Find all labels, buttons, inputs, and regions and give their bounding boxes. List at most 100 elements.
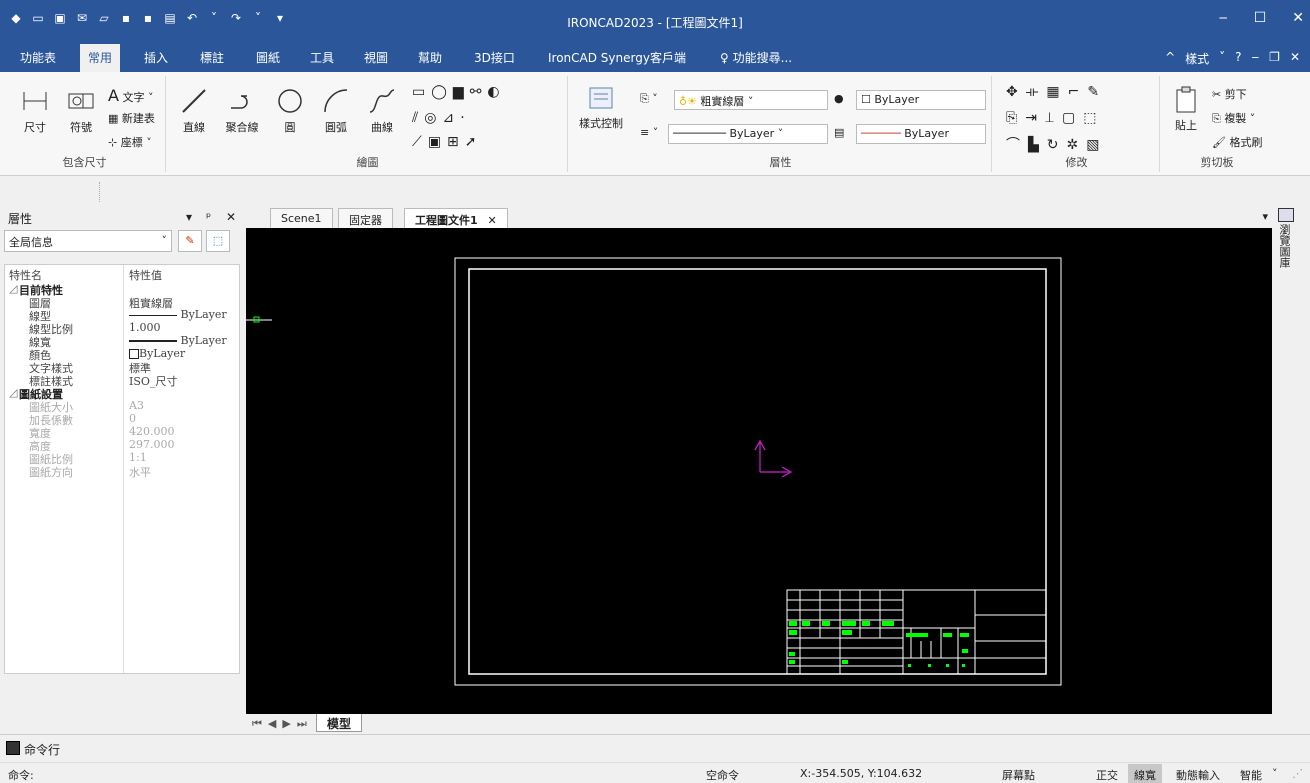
rotate-icon: ↻ — [1046, 137, 1067, 153]
property-row: 寬度 420.000 — [5, 425, 241, 440]
maximize-button[interactable]: ☐ — [1254, 10, 1267, 26]
panel-close-icon[interactable]: ✕ — [226, 210, 236, 224]
text-button[interactable]: A 文字 ˅ — [108, 86, 153, 105]
new-table-button[interactable]: ▦ 新建表 — [108, 110, 155, 126]
tabs-dropdown-icon[interactable]: ▾ — [1262, 210, 1268, 223]
property-row[interactable]: 標註樣式 ISO_尺寸 — [5, 373, 241, 388]
property-row[interactable]: 圖層 粗實線層 — [5, 295, 241, 310]
layer-combo[interactable]: ♁☀ 粗實線層 ˅ — [674, 90, 828, 110]
drawing-canvas[interactable] — [246, 228, 1272, 714]
scope-combo[interactable]: 全局信息 ˅ — [4, 230, 172, 252]
drawing-sheet — [246, 257, 1062, 686]
property-row[interactable]: 顏色 ByLayer — [5, 347, 241, 362]
snap-toggle[interactable]: 屏幕點 — [1002, 767, 1035, 783]
polyline-button[interactable]: 聚合線 — [220, 86, 264, 135]
draw-shapes-row2[interactable]: ⫽◎⊿· — [412, 110, 471, 126]
tab-sheet[interactable]: 圖紙 — [248, 44, 288, 72]
line-button[interactable]: 直線 — [176, 86, 212, 135]
modify-row3[interactable]: ⌒▙↻✲▧ — [1006, 134, 1107, 154]
cut-button[interactable]: ✂ 剪下 — [1212, 86, 1247, 102]
tab-help[interactable]: 幫助 — [410, 44, 450, 72]
tab-model[interactable]: 模型 — [316, 714, 363, 732]
close-button[interactable]: ✕ — [1292, 10, 1304, 26]
feature-search[interactable]: ♀ 功能搜尋... — [712, 44, 800, 72]
browse-library-tab[interactable]: 瀏覽圖庫 — [1278, 224, 1292, 268]
property-name: 圖紙方向 — [29, 466, 73, 479]
arc-button[interactable]: 圓弧 — [316, 86, 356, 135]
tab-annotate[interactable]: 標註 — [192, 44, 232, 72]
style-menu[interactable]: 樣式 — [1185, 50, 1209, 67]
table-icon: ▦ — [108, 112, 119, 125]
doc-close-icon[interactable]: ✕ — [1290, 50, 1300, 67]
modify-row2[interactable]: ⎘⇥⟂▢⬚ — [1006, 110, 1104, 126]
color-wheel-icon[interactable]: ● — [834, 92, 844, 105]
lineweight-icon[interactable]: ≡ ˅ — [640, 126, 658, 139]
property-section[interactable]: ◿ 圖紙設置 — [5, 386, 241, 401]
pin-icon[interactable]: ᵖ — [206, 210, 211, 224]
color-combo[interactable]: ☐ ByLayer — [856, 90, 986, 110]
quick-select-icon[interactable]: ⬚ — [206, 230, 230, 252]
draw-shapes-row1[interactable]: ▭◯▆⚯◐ — [412, 84, 506, 100]
tab-drawing1[interactable]: 工程圖文件1 ✕ — [404, 208, 508, 228]
sheet-nav-icons[interactable]: ⏮◀▶⏭ — [252, 717, 313, 731]
lineweight-toggle[interactable]: 線寬 — [1128, 764, 1162, 783]
collapse-ribbon-icon[interactable]: ^ — [1165, 50, 1175, 67]
collapse-icon[interactable]: ◿ — [9, 386, 17, 399]
paste-button[interactable]: 貼上 — [1166, 84, 1206, 133]
curve-button[interactable]: 曲線 — [362, 86, 402, 135]
property-row[interactable]: 線型比例 1.000 — [5, 321, 241, 336]
tab-view[interactable]: 視圖 — [356, 44, 396, 72]
tab-synergy-client[interactable]: IronCAD Synergy客戶端 — [540, 44, 694, 72]
panel-menu-icon[interactable]: ▾ — [186, 210, 192, 224]
tab-tools[interactable]: 工具 — [302, 44, 342, 72]
property-value: A3 — [129, 399, 144, 412]
collapse-icon[interactable]: ◿ — [9, 282, 17, 295]
tab-3d-interface[interactable]: 3D接口 — [466, 44, 523, 72]
doc-restore-icon[interactable]: ❐ — [1269, 50, 1280, 67]
symbol-button[interactable]: 符號 — [60, 86, 102, 135]
format-painter-button[interactable]: 🖌 格式刷 — [1212, 134, 1262, 150]
draw-shapes-row3[interactable]: ⟋▣⊞➚ — [412, 134, 483, 150]
layer-props-icon[interactable]: ⎘ ˅ — [640, 92, 658, 106]
chevron-down-icon[interactable]: ˅ — [1272, 767, 1278, 780]
tab-menu[interactable]: 功能表 — [12, 44, 64, 72]
chevron-down-icon: ˅ — [161, 234, 168, 247]
command-line-label: 命令行 — [24, 743, 61, 757]
library-icon[interactable] — [1278, 208, 1294, 222]
style-control-button[interactable]: 樣式控制 — [576, 82, 626, 131]
circle-button[interactable]: 圓 — [272, 86, 308, 135]
dimension-button[interactable]: 尺寸 — [14, 86, 56, 135]
doc-minimize-icon[interactable]: ‒ — [1252, 50, 1260, 67]
tab-insert[interactable]: 插入 — [136, 44, 176, 72]
tab-scene1[interactable]: Scene1 — [270, 208, 333, 228]
panel-grip[interactable] — [70, 182, 100, 202]
tab-fixture[interactable]: 固定器 — [338, 208, 393, 228]
command-line-panel: 命令行 — [0, 734, 1310, 762]
property-row[interactable]: 線型 ByLayer — [5, 308, 241, 323]
modify-row1[interactable]: ✥⟛▦⌐✎ — [1006, 84, 1107, 100]
property-row[interactable]: 文字樣式 標準 — [5, 360, 241, 375]
lightbulb-icon: ♀ — [720, 51, 729, 65]
tab-close-icon[interactable]: ✕ — [488, 214, 497, 227]
help-icon[interactable]: ? — [1235, 50, 1241, 67]
table-draw-icon: ⊞ — [447, 134, 465, 150]
command-prompt[interactable]: 命令: — [8, 767, 34, 783]
smart-toggle[interactable]: 智能 — [1240, 767, 1262, 783]
command-line-icon — [6, 741, 20, 755]
dynamic-input-toggle[interactable]: 動態輸入 — [1176, 767, 1220, 783]
ortho-toggle[interactable]: 正交 — [1096, 767, 1118, 783]
clear-selection-icon[interactable]: ✎ — [178, 230, 202, 252]
linetype-combo[interactable]: ──────── ByLayer ˅ — [668, 124, 828, 144]
lineweight-combo[interactable]: ────── ByLayer — [856, 124, 986, 144]
right-dock: 瀏覽圖庫 — [1272, 206, 1310, 732]
tab-home[interactable]: 常用 — [80, 44, 121, 72]
minimize-button[interactable]: ‒ — [1219, 10, 1228, 26]
property-value-text: ByLayer — [180, 334, 227, 347]
copy-button[interactable]: ⎘ 複製 ˅ — [1212, 110, 1255, 126]
property-row[interactable]: 線寬 ByLayer — [5, 334, 241, 349]
lineweight-list-icon[interactable]: ▤ — [834, 126, 844, 139]
chevron-down-icon[interactable]: ˅ — [1219, 50, 1225, 67]
property-section[interactable]: ◿ 目前特性 — [5, 282, 241, 297]
title-bar: ◆ ▭ ▣ ✉ ▱ ▪ ▪ ▤ ↶ ˅ ↷ ˅ ▾ IRONCAD2023 - … — [0, 0, 1310, 44]
coords-button[interactable]: ⊹ 座標 ˅ — [108, 134, 152, 150]
